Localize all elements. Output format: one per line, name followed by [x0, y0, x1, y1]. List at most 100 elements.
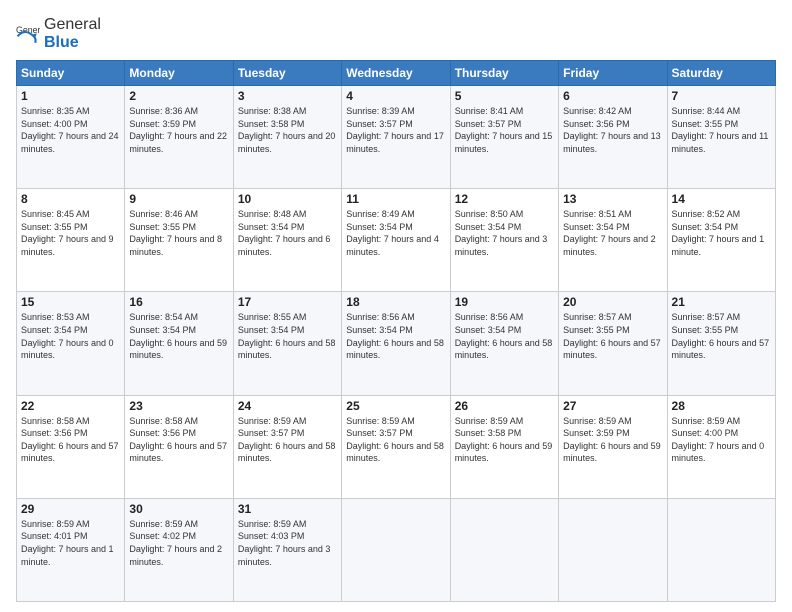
calendar-cell: 17 Sunrise: 8:55 AMSunset: 3:54 PMDayligh…: [233, 292, 341, 395]
day-info: Sunrise: 8:59 AMSunset: 3:57 PMDaylight:…: [238, 416, 336, 464]
calendar-week-row: 22 Sunrise: 8:58 AMSunset: 3:56 PMDayligh…: [17, 395, 776, 498]
calendar-cell: 29Sunrise: 8:59 AMSunset: 4:01 PMDayligh…: [17, 498, 125, 601]
day-info: Sunrise: 8:59 AMSunset: 4:00 PMDaylight:…: [672, 416, 765, 464]
calendar-cell: 25Sunrise: 8:59 AMSunset: 3:57 PMDayligh…: [342, 395, 450, 498]
day-info: Sunrise: 8:56 AMSunset: 3:54 PMDaylight:…: [455, 312, 553, 360]
calendar-table: SundayMondayTuesdayWednesdayThursdayFrid…: [16, 60, 776, 602]
logo-icon: General: [16, 22, 40, 46]
calendar-cell: 15 Sunrise: 8:53 AMSunset: 3:54 PMDayligh…: [17, 292, 125, 395]
calendar-week-row: 29Sunrise: 8:59 AMSunset: 4:01 PMDayligh…: [17, 498, 776, 601]
day-number: 16: [129, 295, 228, 309]
calendar-cell: 9 Sunrise: 8:46 AMSunset: 3:55 PMDaylight…: [125, 189, 233, 292]
day-info: Sunrise: 8:54 AMSunset: 3:54 PMDaylight:…: [129, 312, 227, 360]
day-info: Sunrise: 8:38 AMSunset: 3:58 PMDaylight:…: [238, 106, 336, 154]
day-number: 22: [21, 399, 120, 413]
calendar-cell: 13 Sunrise: 8:51 AMSunset: 3:54 PMDayligh…: [559, 189, 667, 292]
day-number: 9: [129, 192, 228, 206]
calendar-cell: [559, 498, 667, 601]
day-number: 1: [21, 89, 120, 103]
day-info: Sunrise: 8:55 AMSunset: 3:54 PMDaylight:…: [238, 312, 336, 360]
logo-blue: Blue: [44, 34, 79, 51]
calendar-cell: 2 Sunrise: 8:36 AMSunset: 3:59 PMDaylight…: [125, 86, 233, 189]
calendar-cell: 21 Sunrise: 8:57 AMSunset: 3:55 PMDayligh…: [667, 292, 775, 395]
calendar-cell: 26 Sunrise: 8:59 AMSunset: 3:58 PMDayligh…: [450, 395, 558, 498]
day-number: 11: [346, 192, 445, 206]
calendar-cell: [450, 498, 558, 601]
day-info: Sunrise: 8:52 AMSunset: 3:54 PMDaylight:…: [672, 209, 765, 257]
day-info: Sunrise: 8:58 AMSunset: 3:56 PMDaylight:…: [21, 416, 119, 464]
day-number: 27: [563, 399, 662, 413]
day-info: Sunrise: 8:57 AMSunset: 3:55 PMDaylight:…: [563, 312, 661, 360]
calendar-page: General General Blue SundayMondayTuesday…: [0, 0, 792, 612]
day-info: Sunrise: 8:59 AMSunset: 3:59 PMDaylight:…: [563, 416, 661, 464]
day-number: 24: [238, 399, 337, 413]
day-number: 25: [346, 399, 445, 413]
calendar-cell: 6Sunrise: 8:42 AMSunset: 3:56 PMDaylight…: [559, 86, 667, 189]
day-number: 17: [238, 295, 337, 309]
day-info: Sunrise: 8:59 AMSunset: 4:03 PMDaylight:…: [238, 519, 331, 567]
day-number: 3: [238, 89, 337, 103]
calendar-cell: 24 Sunrise: 8:59 AMSunset: 3:57 PMDayligh…: [233, 395, 341, 498]
day-number: 31: [238, 502, 337, 516]
column-header-monday: Monday: [125, 61, 233, 86]
day-number: 21: [672, 295, 771, 309]
calendar-cell: [342, 498, 450, 601]
day-info: Sunrise: 8:45 AMSunset: 3:55 PMDaylight:…: [21, 209, 114, 257]
column-header-thursday: Thursday: [450, 61, 558, 86]
day-number: 10: [238, 192, 337, 206]
calendar-cell: 19 Sunrise: 8:56 AMSunset: 3:54 PMDayligh…: [450, 292, 558, 395]
day-info: Sunrise: 8:59 AMSunset: 4:02 PMDaylight:…: [129, 519, 222, 567]
day-info: Sunrise: 8:44 AMSunset: 3:55 PMDaylight:…: [672, 106, 769, 154]
calendar-week-row: 8 Sunrise: 8:45 AMSunset: 3:55 PMDaylight…: [17, 189, 776, 292]
calendar-cell: 1Sunrise: 8:35 AMSunset: 4:00 PMDaylight…: [17, 86, 125, 189]
calendar-cell: 16 Sunrise: 8:54 AMSunset: 3:54 PMDayligh…: [125, 292, 233, 395]
calendar-cell: 22 Sunrise: 8:58 AMSunset: 3:56 PMDayligh…: [17, 395, 125, 498]
day-number: 12: [455, 192, 554, 206]
day-number: 19: [455, 295, 554, 309]
day-info: Sunrise: 8:56 AMSunset: 3:54 PMDaylight:…: [346, 312, 444, 360]
logo-wordmark: General Blue: [44, 16, 101, 52]
day-number: 28: [672, 399, 771, 413]
column-header-tuesday: Tuesday: [233, 61, 341, 86]
day-info: Sunrise: 8:36 AMSunset: 3:59 PMDaylight:…: [129, 106, 227, 154]
day-info: Sunrise: 8:51 AMSunset: 3:54 PMDaylight:…: [563, 209, 656, 257]
day-number: 13: [563, 192, 662, 206]
column-header-saturday: Saturday: [667, 61, 775, 86]
calendar-header-row: SundayMondayTuesdayWednesdayThursdayFrid…: [17, 61, 776, 86]
day-number: 30: [129, 502, 228, 516]
calendar-cell: 20 Sunrise: 8:57 AMSunset: 3:55 PMDayligh…: [559, 292, 667, 395]
column-header-wednesday: Wednesday: [342, 61, 450, 86]
calendar-cell: [667, 498, 775, 601]
calendar-cell: 7Sunrise: 8:44 AMSunset: 3:55 PMDaylight…: [667, 86, 775, 189]
calendar-cell: 18Sunrise: 8:56 AMSunset: 3:54 PMDayligh…: [342, 292, 450, 395]
calendar-cell: 10 Sunrise: 8:48 AMSunset: 3:54 PMDayligh…: [233, 189, 341, 292]
day-info: Sunrise: 8:39 AMSunset: 3:57 PMDaylight:…: [346, 106, 444, 154]
day-number: 14: [672, 192, 771, 206]
calendar-cell: 4Sunrise: 8:39 AMSunset: 3:57 PMDaylight…: [342, 86, 450, 189]
day-info: Sunrise: 8:59 AMSunset: 3:58 PMDaylight:…: [455, 416, 553, 464]
calendar-cell: 28 Sunrise: 8:59 AMSunset: 4:00 PMDayligh…: [667, 395, 775, 498]
calendar-cell: 14 Sunrise: 8:52 AMSunset: 3:54 PMDayligh…: [667, 189, 775, 292]
calendar-week-row: 15 Sunrise: 8:53 AMSunset: 3:54 PMDayligh…: [17, 292, 776, 395]
day-number: 2: [129, 89, 228, 103]
day-info: Sunrise: 8:58 AMSunset: 3:56 PMDaylight:…: [129, 416, 227, 464]
day-number: 6: [563, 89, 662, 103]
day-info: Sunrise: 8:53 AMSunset: 3:54 PMDaylight:…: [21, 312, 114, 360]
column-header-sunday: Sunday: [17, 61, 125, 86]
calendar-cell: 27 Sunrise: 8:59 AMSunset: 3:59 PMDayligh…: [559, 395, 667, 498]
day-info: Sunrise: 8:46 AMSunset: 3:55 PMDaylight:…: [129, 209, 222, 257]
day-number: 20: [563, 295, 662, 309]
day-number: 26: [455, 399, 554, 413]
day-number: 5: [455, 89, 554, 103]
calendar-cell: 5Sunrise: 8:41 AMSunset: 3:57 PMDaylight…: [450, 86, 558, 189]
day-info: Sunrise: 8:49 AMSunset: 3:54 PMDaylight:…: [346, 209, 439, 257]
day-number: 8: [21, 192, 120, 206]
header: General General Blue: [16, 16, 776, 52]
day-info: Sunrise: 8:48 AMSunset: 3:54 PMDaylight:…: [238, 209, 331, 257]
column-header-friday: Friday: [559, 61, 667, 86]
calendar-week-row: 1Sunrise: 8:35 AMSunset: 4:00 PMDaylight…: [17, 86, 776, 189]
day-info: Sunrise: 8:57 AMSunset: 3:55 PMDaylight:…: [672, 312, 770, 360]
calendar-cell: 12Sunrise: 8:50 AMSunset: 3:54 PMDayligh…: [450, 189, 558, 292]
day-number: 15: [21, 295, 120, 309]
calendar-cell: 31 Sunrise: 8:59 AMSunset: 4:03 PMDayligh…: [233, 498, 341, 601]
